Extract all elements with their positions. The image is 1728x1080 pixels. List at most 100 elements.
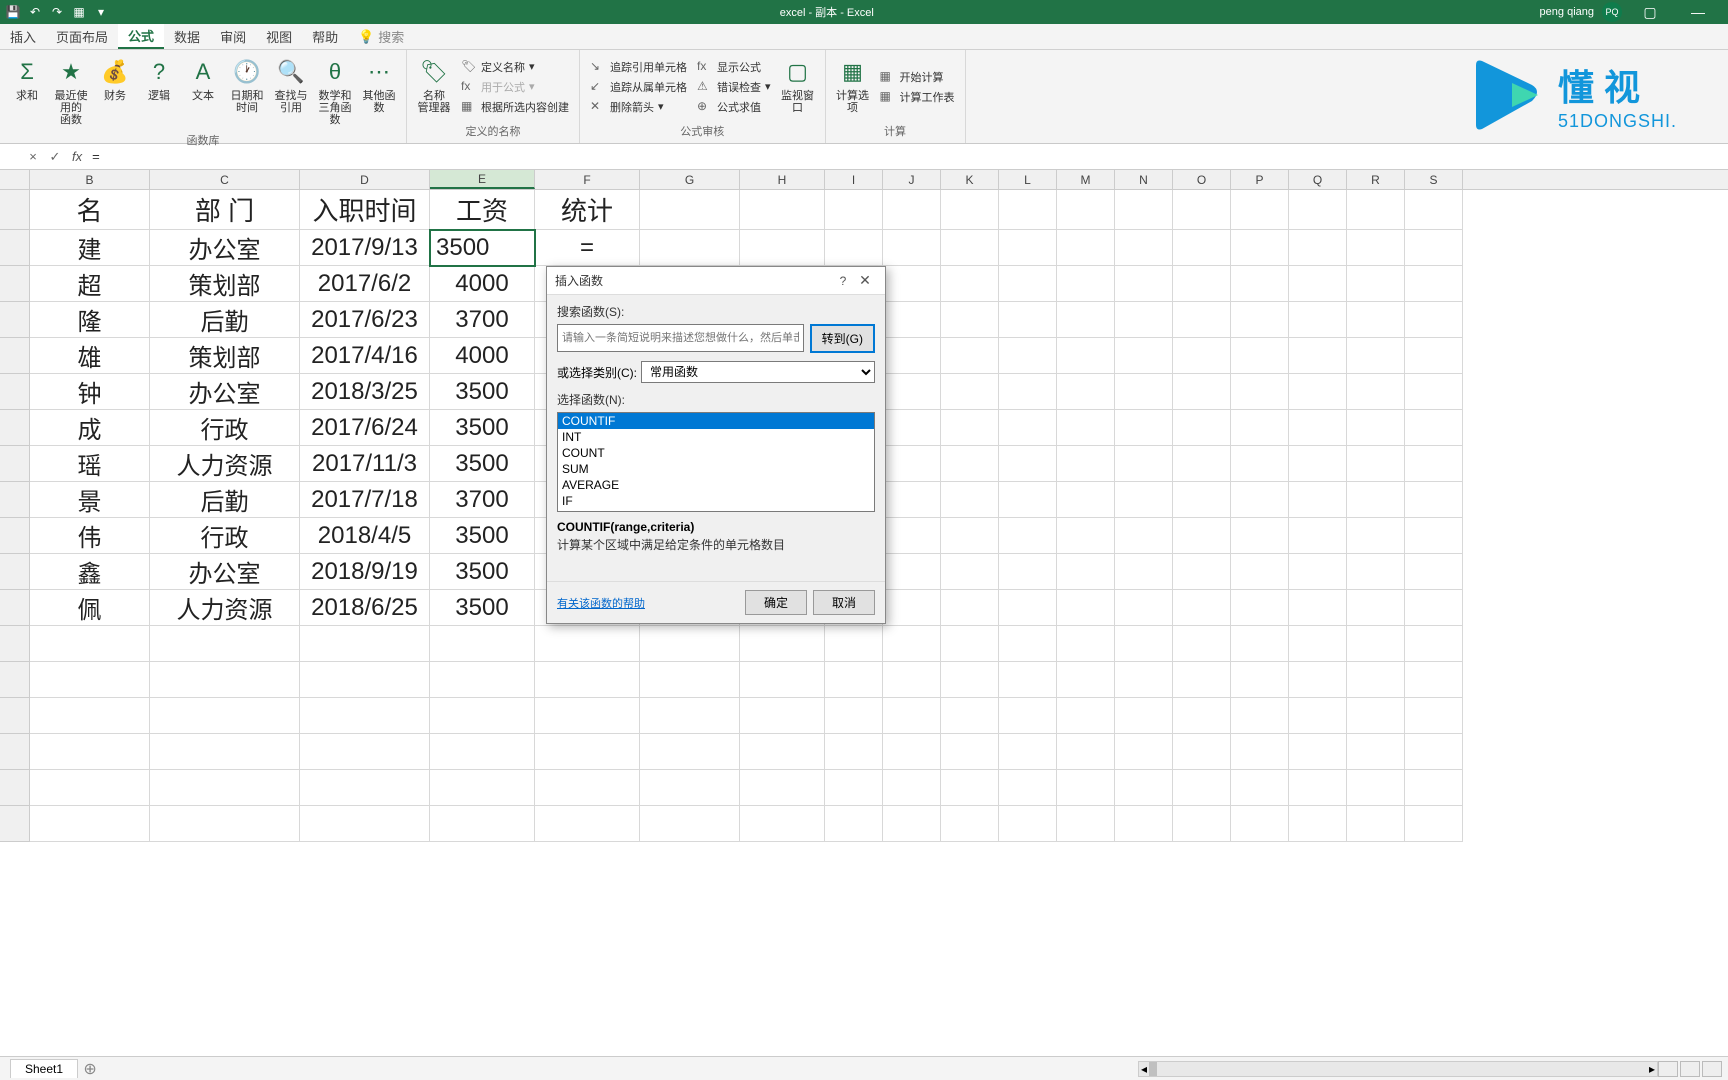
cell[interactable]: 瑶 [30,446,150,482]
lookup-button[interactable]: 🔍查找与引用 [270,52,312,130]
cell[interactable] [1115,590,1173,626]
cell[interactable] [883,698,941,734]
cell[interactable] [1231,554,1289,590]
cell[interactable]: 后勤 [150,302,300,338]
column-header[interactable]: O [1173,170,1231,189]
cell[interactable]: 3700 [430,302,535,338]
cell[interactable]: 入职时间 [300,190,430,230]
cell[interactable] [1115,302,1173,338]
cell[interactable] [999,374,1057,410]
cell[interactable] [1289,626,1347,662]
row-header[interactable] [0,770,30,806]
cell[interactable] [535,626,640,662]
cell[interactable] [430,770,535,806]
cell[interactable] [1057,734,1115,770]
cell[interactable] [883,266,941,302]
cell[interactable] [430,734,535,770]
cell[interactable] [1347,698,1405,734]
remove-arrows-button[interactable]: ✕删除箭头 ▾ [586,97,691,117]
cell[interactable] [1115,554,1173,590]
cell[interactable] [1057,662,1115,698]
column-header[interactable]: N [1115,170,1173,189]
column-header[interactable]: K [941,170,999,189]
cell[interactable] [1347,590,1405,626]
cell[interactable] [999,698,1057,734]
cell[interactable] [1347,410,1405,446]
more-functions-button[interactable]: ⋯其他函数 [358,52,400,130]
create-from-selection-button[interactable]: ▦根据所选内容创建 [457,97,573,117]
calculate-sheet-button[interactable]: ▦计算工作表 [876,87,959,107]
cell[interactable] [740,626,825,662]
error-check-button[interactable]: ⚠错误检查 ▾ [693,77,775,97]
cell[interactable] [1347,626,1405,662]
cell[interactable] [1405,662,1463,698]
cell[interactable] [535,806,640,842]
row-header[interactable] [0,662,30,698]
cell[interactable]: 统计 [535,190,640,230]
cell[interactable] [1057,554,1115,590]
calc-options-button[interactable]: ▦计算选项 [832,52,874,121]
cell[interactable] [1115,374,1173,410]
cell[interactable] [1347,190,1405,230]
function-list[interactable]: COUNTIFINTCOUNTSUMAVERAGEIFHYPERLINK [557,412,875,512]
cell[interactable] [535,770,640,806]
normal-view-icon[interactable] [1658,1061,1678,1077]
cell[interactable] [1289,302,1347,338]
cell[interactable] [150,698,300,734]
cell[interactable]: 办公室 [150,374,300,410]
cell[interactable]: 2017/6/2 [300,266,430,302]
math-button[interactable]: θ数学和 三角函数 [314,52,356,130]
tab-pagelayout[interactable]: 页面布局 [46,24,118,49]
cell[interactable] [883,806,941,842]
cell[interactable] [1115,266,1173,302]
cell[interactable] [1057,190,1115,230]
cell[interactable] [1115,698,1173,734]
cell[interactable] [30,734,150,770]
cell[interactable] [883,554,941,590]
cell[interactable] [941,518,999,554]
cell[interactable] [1289,518,1347,554]
cell[interactable] [883,626,941,662]
cell[interactable] [1405,338,1463,374]
cell[interactable] [941,410,999,446]
horizontal-scrollbar[interactable]: ◂ ▸ [1138,1061,1658,1077]
cell[interactable] [1405,626,1463,662]
cell[interactable] [430,806,535,842]
cell[interactable] [1115,338,1173,374]
cell[interactable] [1231,374,1289,410]
cell[interactable] [740,190,825,230]
select-all-corner[interactable] [0,170,30,189]
cell[interactable] [640,698,740,734]
cell[interactable]: 3700 [430,482,535,518]
cell[interactable] [1405,590,1463,626]
evaluate-formula-button[interactable]: ⊕公式求值 [693,97,775,117]
cell[interactable] [883,338,941,374]
cell[interactable] [1347,446,1405,482]
cell[interactable] [1173,806,1231,842]
cell[interactable] [999,302,1057,338]
cell[interactable] [1289,230,1347,266]
row-header[interactable] [0,518,30,554]
cell[interactable]: 2018/3/25 [300,374,430,410]
cell[interactable] [1173,374,1231,410]
cell[interactable] [883,446,941,482]
cell[interactable]: 4000 [430,266,535,302]
cell[interactable] [300,626,430,662]
cell[interactable] [30,662,150,698]
cell[interactable] [825,806,883,842]
row-header[interactable] [0,554,30,590]
cell[interactable] [740,698,825,734]
cell[interactable]: 佩 [30,590,150,626]
cell[interactable]: 3500 [430,446,535,482]
column-header[interactable]: B [30,170,150,189]
cell[interactable] [1173,266,1231,302]
cell[interactable] [999,770,1057,806]
cell[interactable] [883,190,941,230]
cell[interactable] [1057,230,1115,266]
cell[interactable] [1057,266,1115,302]
calculate-now-button[interactable]: ▦开始计算 [876,67,959,87]
row-header[interactable] [0,590,30,626]
cell[interactable] [825,770,883,806]
user-area[interactable]: peng qiang PQ ▢ — [1540,2,1728,22]
cell[interactable]: 人力资源 [150,590,300,626]
